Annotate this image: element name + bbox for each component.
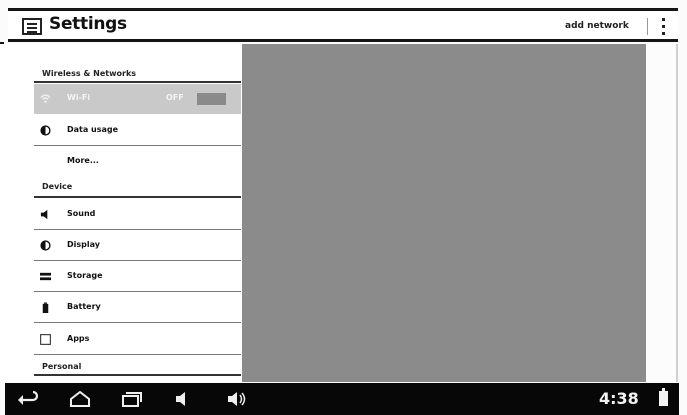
page-title: Settings [49, 14, 127, 34]
sidebar-item-apps[interactable]: Apps [34, 325, 241, 355]
data-usage-icon [40, 125, 51, 136]
sidebar-item-sound[interactable]: Sound [34, 200, 241, 230]
wifi-icon [40, 94, 51, 103]
sidebar-item-display[interactable]: Display [34, 231, 241, 261]
detail-pane [242, 44, 646, 382]
right-margin [646, 44, 678, 382]
action-bar-divider [647, 18, 648, 35]
recent-apps-icon[interactable] [121, 391, 143, 407]
sidebar-item-label: Sound [67, 209, 96, 218]
battery-icon [42, 302, 49, 313]
display-icon [40, 240, 51, 251]
sidebar-item-label: Wi-Fi [67, 93, 91, 102]
wifi-toggle[interactable]: OFF [166, 93, 226, 105]
settings-list[interactable]: Wireless & Networks Wi-Fi OFF Data usage… [0, 44, 242, 382]
category-divider [34, 196, 241, 198]
category-divider [34, 81, 241, 83]
sidebar-item-label: Battery [67, 302, 101, 311]
home-icon[interactable] [69, 391, 91, 407]
speaker-icon [40, 209, 48, 220]
volume-up-icon[interactable] [227, 391, 247, 407]
category-divider [34, 374, 241, 376]
sidebar-item-more[interactable]: More... [34, 147, 241, 177]
system-navigation-bar: 4:38 [5, 383, 679, 415]
add-network-button[interactable]: add network [565, 21, 629, 31]
wifi-toggle-state: OFF [166, 93, 184, 102]
category-personal: Personal [42, 362, 82, 371]
volume-down-icon[interactable] [175, 391, 189, 407]
back-icon[interactable] [17, 391, 41, 407]
sidebar-item-label: Storage [67, 271, 103, 280]
action-bar: Settings add network [8, 8, 678, 42]
overflow-menu-icon[interactable] [662, 18, 666, 36]
sidebar-item-label: More... [67, 156, 99, 165]
sidebar-item-label: Display [67, 240, 100, 249]
category-wireless-networks: Wireless & Networks [42, 69, 137, 78]
clock: 4:38 [599, 389, 639, 408]
sidebar-item-label: Apps [67, 334, 90, 343]
sidebar-item-wifi[interactable]: Wi-Fi OFF [34, 84, 241, 114]
toggle-knob [197, 93, 226, 105]
settings-screen: Settings add network Wireless & Networks… [0, 0, 687, 415]
sidebar-item-storage[interactable]: Storage [34, 262, 241, 292]
storage-icon [40, 272, 51, 281]
sidebar-item-label: Data usage [67, 125, 119, 134]
sidebar-item-battery[interactable]: Battery [34, 293, 241, 323]
apps-icon [40, 334, 51, 345]
battery-status-icon [659, 388, 668, 406]
sidebar-item-data-usage[interactable]: Data usage [34, 116, 241, 146]
settings-list-icon[interactable] [22, 18, 42, 35]
category-device: Device [42, 182, 73, 191]
